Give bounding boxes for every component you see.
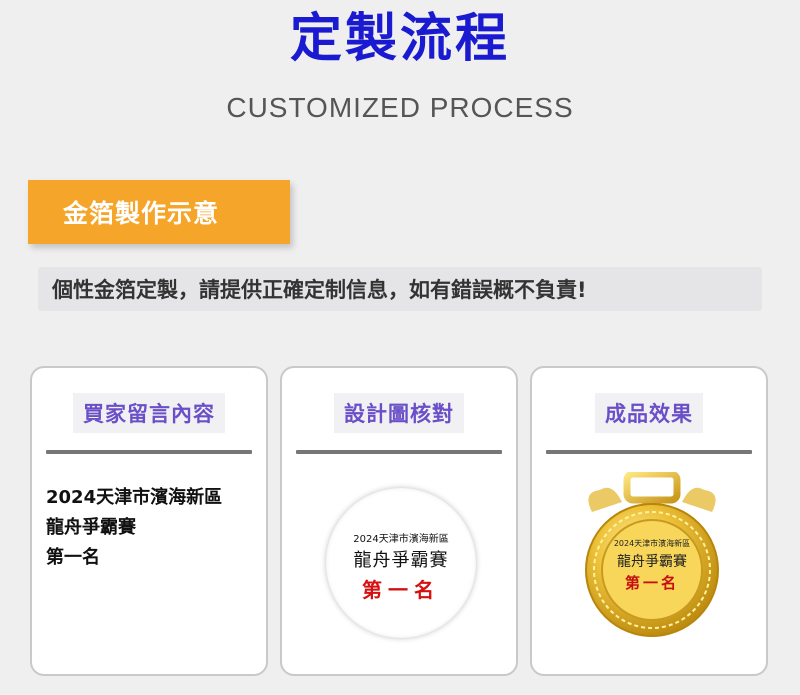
message-line: 龍舟爭霸賽 (46, 517, 136, 538)
design-disc: 2024天津市濱海新區 龍舟爭霸賽 第一名 (326, 488, 476, 638)
message-line: 2024天津市濱海新區 (46, 487, 223, 508)
card-finished-product: 成品效果 2024天津市濱海新區 龍舟爭霸賽 第一名 (530, 366, 768, 676)
card-divider (546, 450, 752, 454)
notice-text: 個性金箔定製，請提供正確定制信息，如有錯誤概不負責! (52, 278, 587, 302)
disc-line: 龍舟爭霸賽 (353, 550, 449, 571)
medal-line: 第一名 (624, 574, 679, 592)
medal-line: 2024天津市濱海新區 (613, 539, 691, 548)
card-divider (46, 450, 252, 454)
card-buyer-message: 買家留言內容 2024天津市濱海新區 龍舟爭霸賽 第一名 (30, 366, 268, 676)
notice-banner: 個性金箔定製，請提供正確定制信息，如有錯誤概不負責! (38, 267, 762, 311)
message-line: 第一名 (46, 547, 100, 568)
page-title: 定製流程 (289, 9, 510, 69)
card-heading: 成品效果 (595, 393, 703, 433)
gold-medal: 2024天津市濱海新區 龍舟爭霸賽 第一名 (582, 472, 722, 652)
disc-line: 2024天津市濱海新區 (353, 534, 449, 545)
card-heading: 買家留言內容 (73, 393, 225, 433)
message-text: 2024天津市濱海新區 龍舟爭霸賽 第一名 (46, 483, 222, 573)
card-divider (296, 450, 502, 454)
card-design-proof: 設計圖核對 2024天津市濱海新區 龍舟爭霸賽 第一名 (280, 366, 518, 676)
page-subtitle: CUSTOMIZED PROCESS (226, 92, 574, 123)
section-badge-label: 金箔製作示意 (63, 199, 220, 228)
card-heading: 設計圖核對 (334, 393, 464, 433)
medal-line: 龍舟爭霸賽 (617, 554, 687, 570)
disc-line: 第一名 (362, 578, 440, 602)
section-badge: 金箔製作示意 (28, 180, 290, 244)
